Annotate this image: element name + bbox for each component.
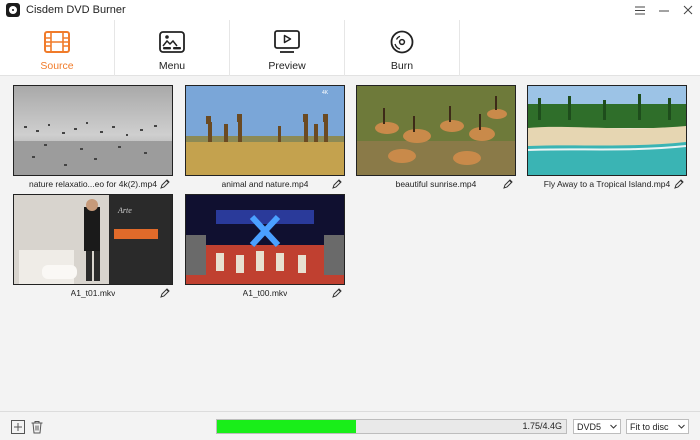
video-caption: A1_t01.mkv (13, 286, 173, 300)
pencil-edit-icon[interactable] (331, 178, 343, 190)
video-thumbnail[interactable] (527, 85, 687, 176)
chevron-down-icon (610, 424, 617, 429)
main-toolbar: Source Menu Preview Burn (0, 20, 700, 76)
video-card[interactable]: 4K animal and nature.mp4 (185, 85, 345, 193)
window-controls (628, 0, 700, 20)
video-card[interactable]: Fly Away to a Tropical Island.mp4 (527, 85, 687, 193)
title-bar: Cisdem DVD Burner (0, 0, 700, 20)
tab-menu[interactable]: Menu (115, 20, 230, 76)
video-title: nature relaxatio...eo for 4k(2).mp4 (28, 179, 158, 189)
video-title: A1_t00.mkv (242, 288, 288, 298)
video-caption: beautiful sunrise.mp4 (356, 177, 516, 191)
close-icon[interactable] (676, 0, 700, 20)
minimize-icon[interactable] (652, 0, 676, 20)
tab-preview[interactable]: Preview (230, 20, 345, 76)
video-card[interactable]: A1_t00.mkv (185, 194, 345, 302)
tab-preview-label: Preview (268, 60, 306, 72)
video-card[interactable]: beautiful sunrise.mp4 (356, 85, 516, 193)
status-bar: 1.75/4.4G DVD5 Fit to disc (0, 411, 700, 440)
pencil-edit-icon[interactable] (159, 287, 171, 299)
film-icon (43, 28, 71, 56)
video-thumbnail[interactable] (13, 85, 173, 176)
pencil-edit-icon[interactable] (159, 178, 171, 190)
tab-burn[interactable]: Burn (345, 20, 460, 76)
chevron-down-icon (678, 424, 685, 429)
video-title: beautiful sunrise.mp4 (395, 179, 477, 189)
pencil-edit-icon[interactable] (502, 178, 514, 190)
video-title: animal and nature.mp4 (221, 179, 309, 189)
menu-template-icon (158, 28, 186, 56)
add-file-icon[interactable] (11, 420, 25, 434)
video-caption: A1_t00.mkv (185, 286, 345, 300)
video-card[interactable]: nature relaxatio...eo for 4k(2).mp4 (13, 85, 173, 193)
video-card[interactable]: Arte A1_t01.mkv (13, 194, 173, 302)
fit-mode-value: Fit to disc (630, 421, 669, 432)
svg-text:4K: 4K (322, 90, 329, 96)
video-title: A1_t01.mkv (70, 288, 116, 298)
video-title: Fly Away to a Tropical Island.mp4 (543, 179, 671, 189)
video-thumbnail[interactable] (356, 85, 516, 176)
video-caption: animal and nature.mp4 (185, 177, 345, 191)
video-thumbnail[interactable]: 4K (185, 85, 345, 176)
capacity-fill (217, 420, 356, 433)
svg-text:Arte: Arte (117, 206, 132, 215)
trash-icon[interactable] (30, 420, 44, 434)
video-thumbnail[interactable]: Arte (13, 194, 173, 285)
pencil-edit-icon[interactable] (331, 287, 343, 299)
disc-capacity-bar: 1.75/4.4G (216, 419, 567, 434)
disc-type-select[interactable]: DVD5 (573, 419, 621, 434)
tab-burn-label: Burn (390, 60, 414, 72)
video-thumbnail[interactable] (185, 194, 345, 285)
tab-source[interactable]: Source (0, 20, 115, 76)
window-title: Cisdem DVD Burner (26, 4, 126, 16)
pencil-edit-icon[interactable] (673, 178, 685, 190)
fit-mode-select[interactable]: Fit to disc (626, 419, 689, 434)
source-panel: nature relaxatio...eo for 4k(2).mp4 4K a… (0, 77, 700, 411)
tab-menu-label: Menu (158, 60, 186, 72)
play-screen-icon (273, 28, 301, 56)
hamburger-menu-icon[interactable] (628, 0, 652, 20)
app-logo-icon (6, 3, 20, 17)
disc-type-value: DVD5 (577, 421, 602, 432)
tab-source-label: Source (40, 60, 74, 72)
disc-icon (388, 28, 416, 56)
video-caption: nature relaxatio...eo for 4k(2).mp4 (13, 177, 173, 191)
capacity-text: 1.75/4.4G (522, 421, 562, 431)
video-caption: Fly Away to a Tropical Island.mp4 (527, 177, 687, 191)
